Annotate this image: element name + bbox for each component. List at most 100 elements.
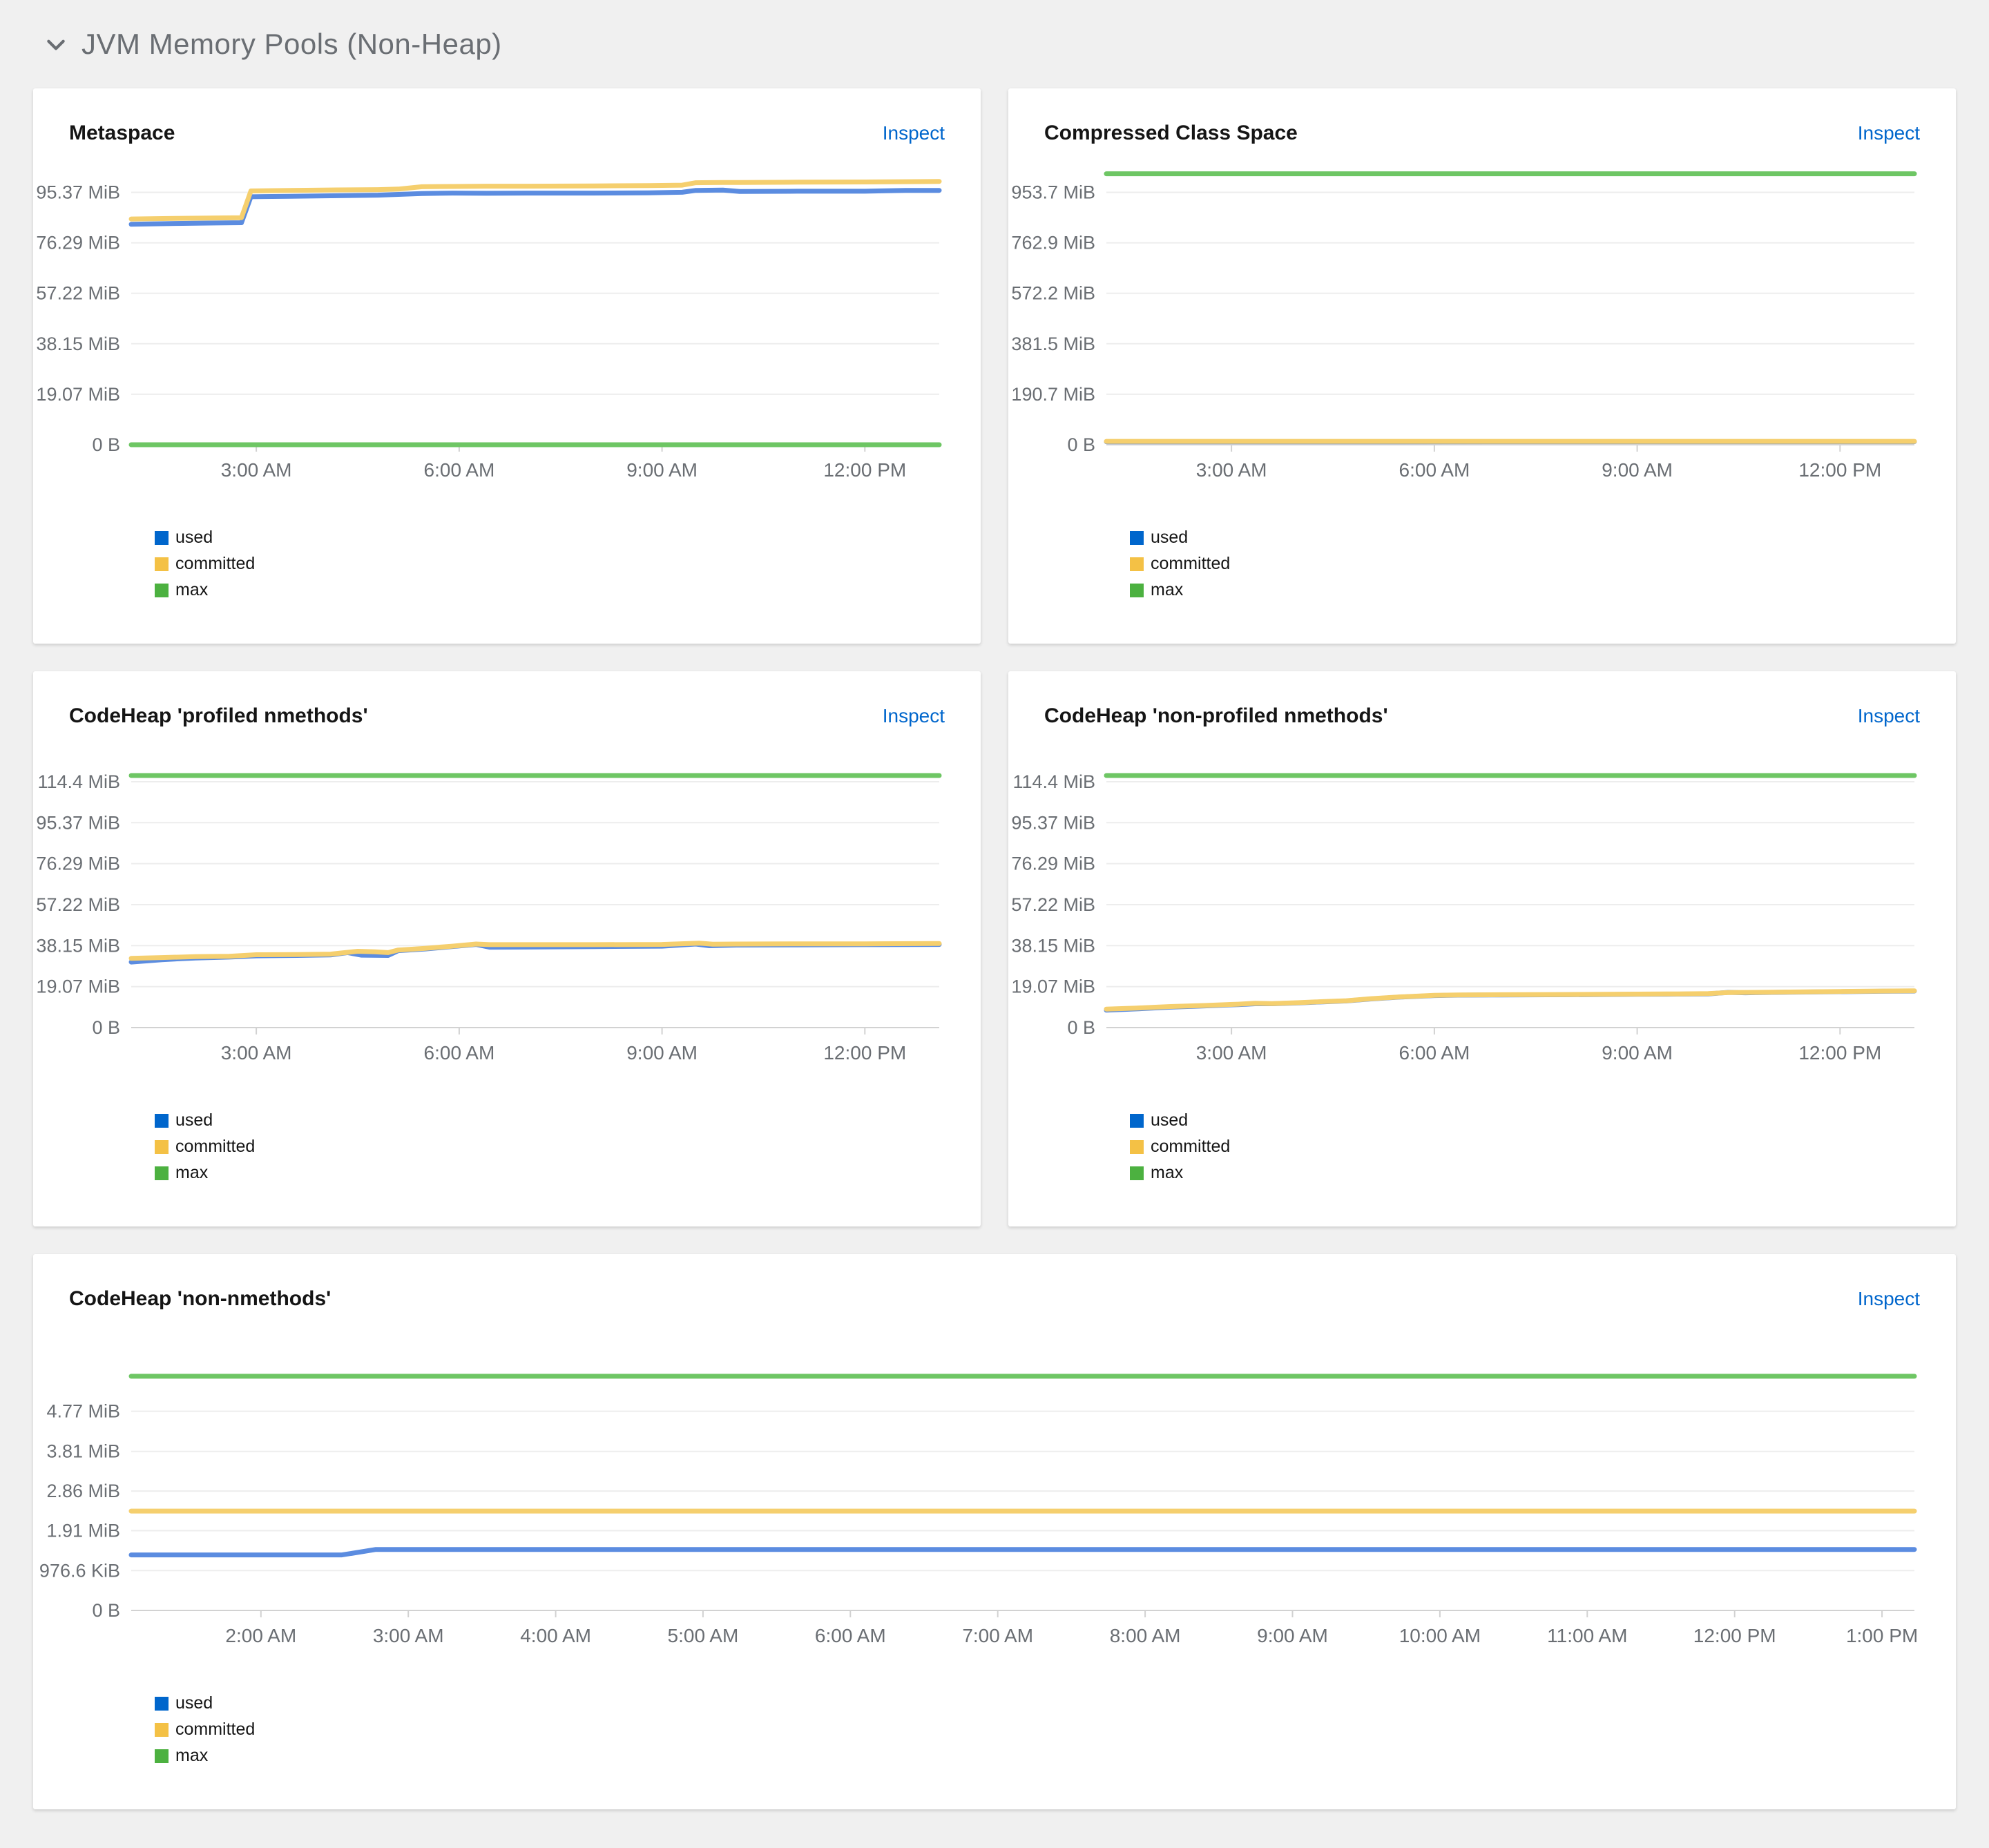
card-codeheap-non-profiled-nmethods: CodeHeap 'non-profiled nmethods' Inspect… [1008, 671, 1956, 1226]
svg-text:9:00 AM: 9:00 AM [626, 1042, 698, 1063]
svg-text:3:00 AM: 3:00 AM [373, 1625, 444, 1646]
legend-label-max: max [1151, 580, 1184, 599]
legend-swatch-committed [1130, 557, 1144, 571]
svg-text:38.15 MiB: 38.15 MiB [36, 935, 120, 956]
svg-text:976.6 KiB: 976.6 KiB [39, 1560, 120, 1581]
legend-swatch-max [1130, 1166, 1144, 1180]
section-title: JVM Memory Pools (Non-Heap) [81, 28, 502, 60]
chart-legend-codeheap-profiled-nmethods: used committed max [155, 1110, 981, 1183]
chart-legend-metaspace: used committed max [155, 528, 981, 600]
legend-label-max: max [175, 580, 209, 599]
legend-swatch-max [155, 1749, 169, 1763]
inspect-link-codeheap-profiled-nmethods[interactable]: Inspect [883, 705, 945, 727]
chart-canvas-codeheap-non-profiled-nmethods: 114.4 MiB 95.37 MiB 76.29 MiB 57.22 MiB 38.1… [1008, 743, 1956, 1070]
chart-legend-compressed-class-space: used committed max [1130, 528, 1956, 600]
legend-label-used: used [1151, 528, 1189, 547]
svg-text:9:00 AM: 9:00 AM [1602, 1042, 1673, 1063]
legend-label-committed: committed [175, 1720, 256, 1739]
chart-canvas-codeheap-non-profiled-nmethods-svg: 114.4 MiB 95.37 MiB 76.29 MiB 57.22 MiB 38.1… [1011, 771, 1917, 1063]
svg-text:7:00 AM: 7:00 AM [962, 1625, 1033, 1646]
legend-item-used: used [1130, 1110, 1956, 1130]
legend-item-used: used [155, 1693, 1956, 1713]
svg-text:3:00 AM: 3:00 AM [221, 459, 292, 481]
chart-title-codeheap-profiled-nmethods: CodeHeap 'profiled nmethods' [69, 704, 368, 727]
legend-swatch-max [155, 583, 169, 597]
inspect-link-metaspace[interactable]: Inspect [883, 122, 945, 144]
card-codeheap-profiled-nmethods: CodeHeap 'profiled nmethods' Inspect 114… [33, 671, 981, 1226]
svg-text:57.22 MiB: 57.22 MiB [36, 894, 120, 915]
svg-text:6:00 AM: 6:00 AM [424, 1042, 495, 1063]
svg-text:3:00 AM: 3:00 AM [1196, 459, 1267, 481]
legend-swatch-used [155, 530, 169, 545]
svg-text:12:00 PM: 12:00 PM [1693, 1625, 1776, 1646]
series-line-committed [128, 179, 942, 222]
chart-canvas-metaspace: 95.37 MiB 76.29 MiB 57.22 MiB 38.15 MiB 19.0… [33, 160, 981, 488]
legend-swatch-max [155, 1166, 169, 1180]
svg-text:4:00 AM: 4:00 AM [520, 1625, 591, 1646]
legend-label-max: max [175, 1746, 209, 1765]
card-compressed-class-space: Compressed Class Space Inspect 953.7 MiB… [1008, 88, 1956, 644]
legend-label-used: used [175, 1110, 213, 1130]
inspect-link-codeheap-non-nmethods[interactable]: Inspect [1858, 1288, 1920, 1310]
legend-swatch-max [1130, 583, 1144, 597]
charts-grid: Metaspace Inspect 95.37 MiB 76.29 MiB 57.2… [33, 88, 1956, 1809]
section-toggle-jvm-memory-pools-non-heap[interactable]: JVM Memory Pools (Non-Heap) [0, 0, 1989, 88]
svg-text:762.9 MiB: 762.9 MiB [1011, 233, 1095, 253]
svg-text:190.7 MiB: 190.7 MiB [1011, 384, 1095, 405]
chart-canvas-codeheap-non-nmethods: 4.77 MiB 3.81 MiB 2.86 MiB 1.91 MiB 976.6 Ki… [33, 1326, 1956, 1653]
svg-text:76.29 MiB: 76.29 MiB [36, 233, 120, 253]
legend-item-committed: committed [155, 1137, 981, 1157]
legend-swatch-used [1130, 530, 1144, 545]
svg-text:10:00 AM: 10:00 AM [1399, 1625, 1481, 1646]
card-metaspace: Metaspace Inspect 95.37 MiB 76.29 MiB 57.2… [33, 88, 981, 644]
legend-item-max: max [155, 1163, 981, 1183]
svg-text:38.15 MiB: 38.15 MiB [1011, 935, 1095, 956]
legend-item-committed: committed [155, 1720, 1956, 1740]
legend-label-committed: committed [175, 1137, 256, 1156]
legend-label-max: max [1151, 1163, 1184, 1182]
legend-label-used: used [175, 1693, 213, 1713]
svg-text:2.86 MiB: 2.86 MiB [46, 1481, 120, 1501]
chart-canvas-codeheap-profiled-nmethods-svg: 114.4 MiB 95.37 MiB 76.29 MiB 57.22 MiB 38.1… [36, 771, 942, 1063]
legend-swatch-used [155, 1696, 169, 1711]
svg-text:9:00 AM: 9:00 AM [1602, 459, 1673, 481]
svg-text:953.7 MiB: 953.7 MiB [1011, 182, 1095, 203]
svg-text:19.07 MiB: 19.07 MiB [1011, 976, 1095, 997]
series-line-used [128, 187, 942, 227]
svg-text:9:00 AM: 9:00 AM [626, 459, 698, 481]
legend-item-committed: committed [1130, 1137, 1956, 1157]
legend-item-committed: committed [155, 554, 981, 574]
legend-item-max: max [155, 1746, 1956, 1766]
svg-text:76.29 MiB: 76.29 MiB [36, 854, 120, 874]
svg-text:4.77 MiB: 4.77 MiB [46, 1401, 120, 1422]
svg-text:0 B: 0 B [92, 434, 120, 455]
card-codeheap-non-nmethods: CodeHeap 'non-nmethods' Inspect 4.77 MiB… [33, 1254, 1956, 1809]
legend-label-committed: committed [1151, 554, 1231, 573]
legend-item-used: used [1130, 528, 1956, 548]
legend-item-used: used [155, 528, 981, 548]
legend-label-committed: committed [1151, 1137, 1231, 1156]
legend-swatch-committed [155, 1722, 169, 1737]
legend-label-committed: committed [175, 554, 256, 573]
svg-text:114.4 MiB: 114.4 MiB [1012, 771, 1095, 792]
chart-title-metaspace: Metaspace [69, 122, 175, 144]
svg-text:95.37 MiB: 95.37 MiB [1011, 812, 1095, 833]
svg-text:19.07 MiB: 19.07 MiB [36, 976, 120, 997]
svg-text:3:00 AM: 3:00 AM [221, 1042, 292, 1063]
svg-text:6:00 AM: 6:00 AM [1399, 459, 1470, 481]
svg-text:0 B: 0 B [92, 1017, 120, 1038]
legend-swatch-committed [1130, 1139, 1144, 1154]
series-line-committed [1104, 988, 1917, 1012]
series-line-used [128, 1547, 1917, 1558]
svg-text:3.81 MiB: 3.81 MiB [46, 1441, 120, 1462]
legend-item-committed: committed [1130, 554, 1956, 574]
chart-canvas-codeheap-non-nmethods-svg: 4.77 MiB 3.81 MiB 2.86 MiB 1.91 MiB 976.6 Ki… [39, 1374, 1918, 1646]
chart-legend-codeheap-non-nmethods: used committed max [155, 1693, 1956, 1766]
chart-canvas-codeheap-profiled-nmethods: 114.4 MiB 95.37 MiB 76.29 MiB 57.22 MiB 38.1… [33, 743, 981, 1070]
legend-swatch-used [1130, 1113, 1144, 1128]
legend-label-used: used [1151, 1110, 1189, 1130]
svg-text:0 B: 0 B [1067, 434, 1095, 455]
angle-down-icon [44, 32, 68, 56]
inspect-link-compressed-class-space[interactable]: Inspect [1858, 122, 1920, 144]
inspect-link-codeheap-non-profiled-nmethods[interactable]: Inspect [1858, 705, 1920, 727]
